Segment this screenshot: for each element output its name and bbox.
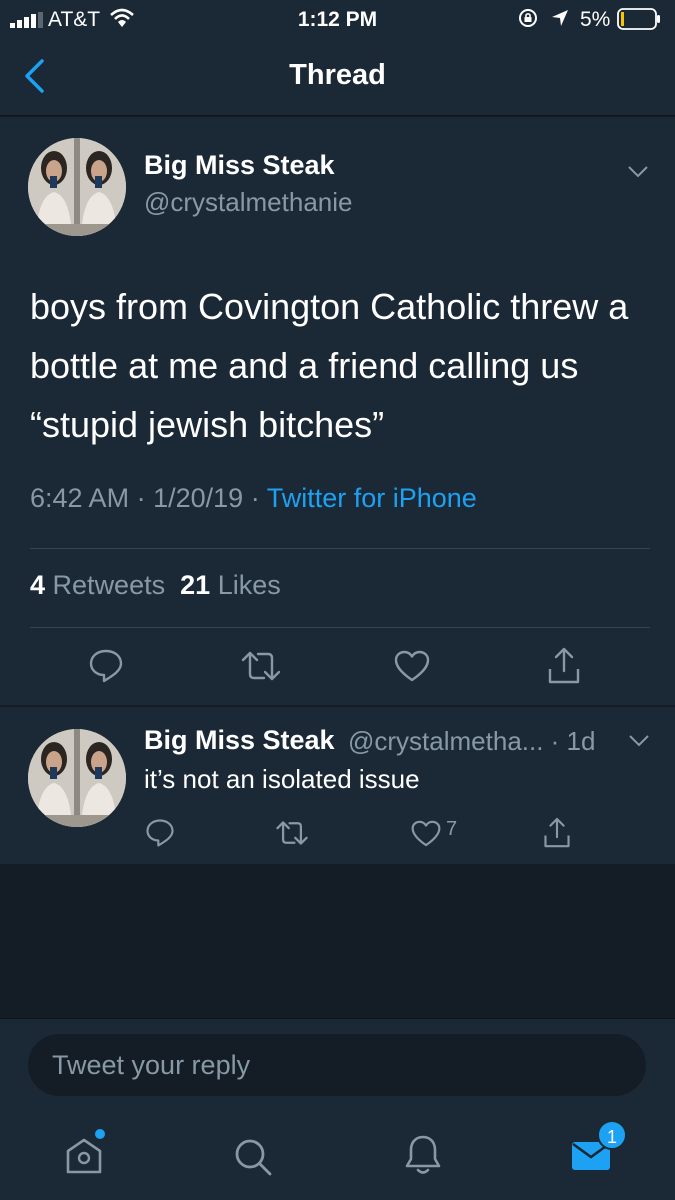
home-new-dot	[95, 1129, 105, 1139]
search-icon[interactable]	[233, 1137, 273, 1177]
share-icon[interactable]	[547, 647, 581, 685]
share-icon[interactable]	[543, 817, 571, 849]
retweets-count: 4	[30, 570, 46, 600]
tweet-text: it’s not an isolated issue	[144, 764, 420, 794]
meta-separator: ·	[136, 483, 146, 513]
tweet-meta: 6:42 AM · 1/20/19 · Twitter for iPhone	[30, 483, 477, 514]
likes-label: Likes	[217, 570, 281, 600]
divider	[30, 548, 650, 549]
author-name[interactable]: Big Miss Steak	[144, 725, 335, 756]
location-icon	[552, 10, 568, 26]
battery-percent: 5%	[580, 8, 611, 31]
tweet-text: boys from Covington Catholic threw a bot…	[30, 286, 629, 445]
avatar-image	[28, 729, 126, 827]
page-title: Thread	[289, 59, 386, 91]
tweet-date: 1/20/19	[153, 483, 244, 513]
avatar[interactable]	[28, 729, 126, 827]
avatar-image	[28, 138, 126, 236]
status-time: 1:12 PM	[297, 8, 378, 31]
reply-icon[interactable]	[88, 648, 124, 684]
likes-count: 21	[180, 570, 211, 600]
nav-bar: Thread	[0, 40, 675, 116]
retweets-label: Retweets	[52, 570, 166, 600]
tweet-stats: 4 Retweets 21 Likes	[30, 570, 281, 601]
battery-icon	[617, 8, 660, 30]
tweet-time: 6:42 AM	[30, 483, 130, 513]
author-handle[interactable]: @crystalmethanie	[144, 187, 352, 218]
reply-tweet[interactable]: Big Miss Steak @crystalmetha... · 1d it’…	[0, 707, 675, 864]
rotation-lock-icon	[519, 9, 537, 27]
tweet-source-link[interactable]: Twitter for iPhone	[267, 483, 477, 513]
status-bar: AT&T 1:12 PM 5%	[0, 0, 675, 40]
messages-badge: 1	[597, 1120, 627, 1150]
reply-icon[interactable]	[145, 818, 175, 848]
author-name[interactable]: Big Miss Steak	[144, 150, 335, 181]
retweets-stat[interactable]: 4 Retweets	[30, 570, 165, 600]
retweet-icon[interactable]	[240, 650, 282, 682]
like-icon[interactable]	[411, 820, 441, 847]
likes-stat[interactable]: 21 Likes	[180, 570, 281, 600]
chevron-down-icon[interactable]	[628, 734, 650, 748]
retweet-icon[interactable]	[275, 820, 309, 846]
author-handle-time: @crystalmetha... · 1d	[348, 726, 596, 756]
reply-input[interactable]	[28, 1034, 646, 1096]
like-count: 7	[446, 818, 458, 840]
meta-separator: ·	[250, 483, 260, 513]
like-icon[interactable]	[394, 650, 430, 682]
home-icon[interactable]	[64, 1136, 104, 1176]
notifications-icon[interactable]	[404, 1134, 442, 1176]
divider	[30, 627, 650, 628]
chevron-down-icon[interactable]	[627, 165, 649, 179]
main-tweet: Big Miss Steak @crystalmethanie boys fro…	[0, 117, 675, 705]
avatar[interactable]	[28, 138, 126, 236]
